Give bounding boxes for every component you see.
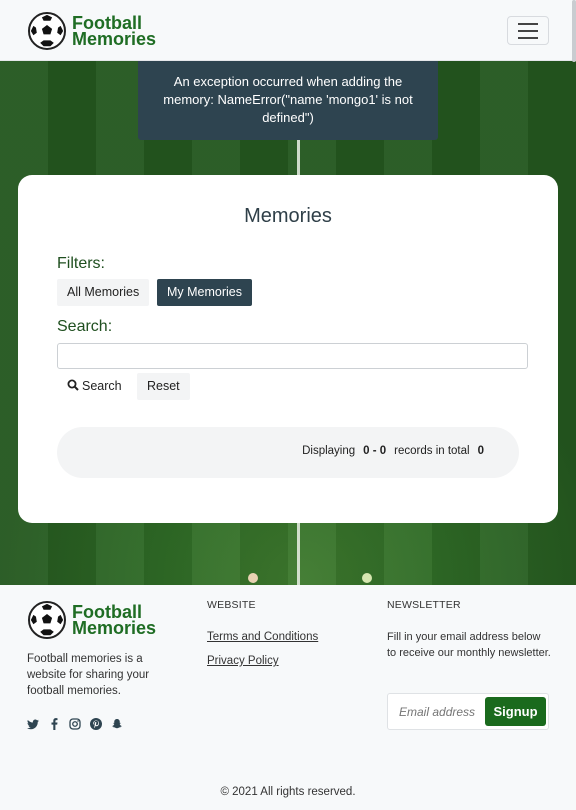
signup-button[interactable]: Signup [485, 697, 546, 726]
memories-card: Memories Filters: All Memories My Memori… [18, 175, 558, 523]
search-icon [67, 379, 79, 391]
player-figure [362, 573, 372, 583]
filter-my-memories-button[interactable]: My Memories [157, 279, 253, 306]
brand-logo[interactable]: Football Memories [28, 12, 156, 50]
footer-about-text: Football memories is a website for shari… [27, 653, 150, 697]
pagination-prefix: Displaying [302, 445, 356, 457]
brand-line2: Memories [72, 29, 157, 49]
pinterest-icon[interactable] [90, 718, 102, 730]
pagination-range: 0 - 0 [363, 445, 387, 457]
newsletter-text: Fill in your email address below to rece… [387, 631, 551, 659]
page-title: Memories [244, 205, 332, 227]
snapchat-icon[interactable] [111, 718, 123, 730]
footer-brand-logo[interactable]: Football Memories [28, 601, 156, 639]
newsletter-heading: NEWSLETTER [387, 599, 461, 611]
website-heading: WEBSITE [207, 599, 256, 611]
scrollbar[interactable] [572, 0, 576, 62]
error-alert: An exception occurred when adding the me… [138, 61, 438, 140]
social-links [27, 718, 123, 730]
search-label: Search: [57, 318, 113, 335]
twitter-icon[interactable] [27, 718, 39, 730]
filter-all-memories-button[interactable]: All Memories [57, 279, 150, 306]
football-icon [28, 12, 66, 50]
terms-link[interactable]: Terms and Conditions [207, 631, 318, 643]
newsletter-form: Signup [387, 693, 549, 730]
copyright: © 2021 All rights reserved. [220, 786, 356, 798]
footer-brand-name: Football Memories [72, 603, 157, 638]
instagram-icon[interactable] [69, 718, 81, 730]
pagination-total: 0 [477, 445, 484, 457]
pagination-middle: records in total [394, 445, 470, 457]
pagination-bar: Displaying 0 - 0 records in total 0 [57, 427, 519, 478]
search-input[interactable] [57, 343, 528, 369]
search-button[interactable]: Search [57, 373, 132, 400]
footer-brand-line2: Memories [72, 618, 157, 638]
footer: Football Memories Football memories is a… [0, 585, 576, 810]
newsletter-email-input[interactable] [389, 695, 483, 728]
football-icon [28, 601, 66, 639]
filters-label: Filters: [57, 255, 105, 272]
reset-button[interactable]: Reset [137, 373, 190, 400]
hamburger-icon [518, 22, 538, 25]
brand-name: Football Memories [72, 14, 157, 49]
player-figure [248, 573, 258, 583]
navbar: Football Memories [0, 0, 576, 61]
hamburger-menu-button[interactable] [507, 16, 549, 45]
search-button-label: Search [82, 379, 122, 393]
facebook-icon[interactable] [48, 718, 60, 730]
privacy-link[interactable]: Privacy Policy [207, 655, 279, 667]
